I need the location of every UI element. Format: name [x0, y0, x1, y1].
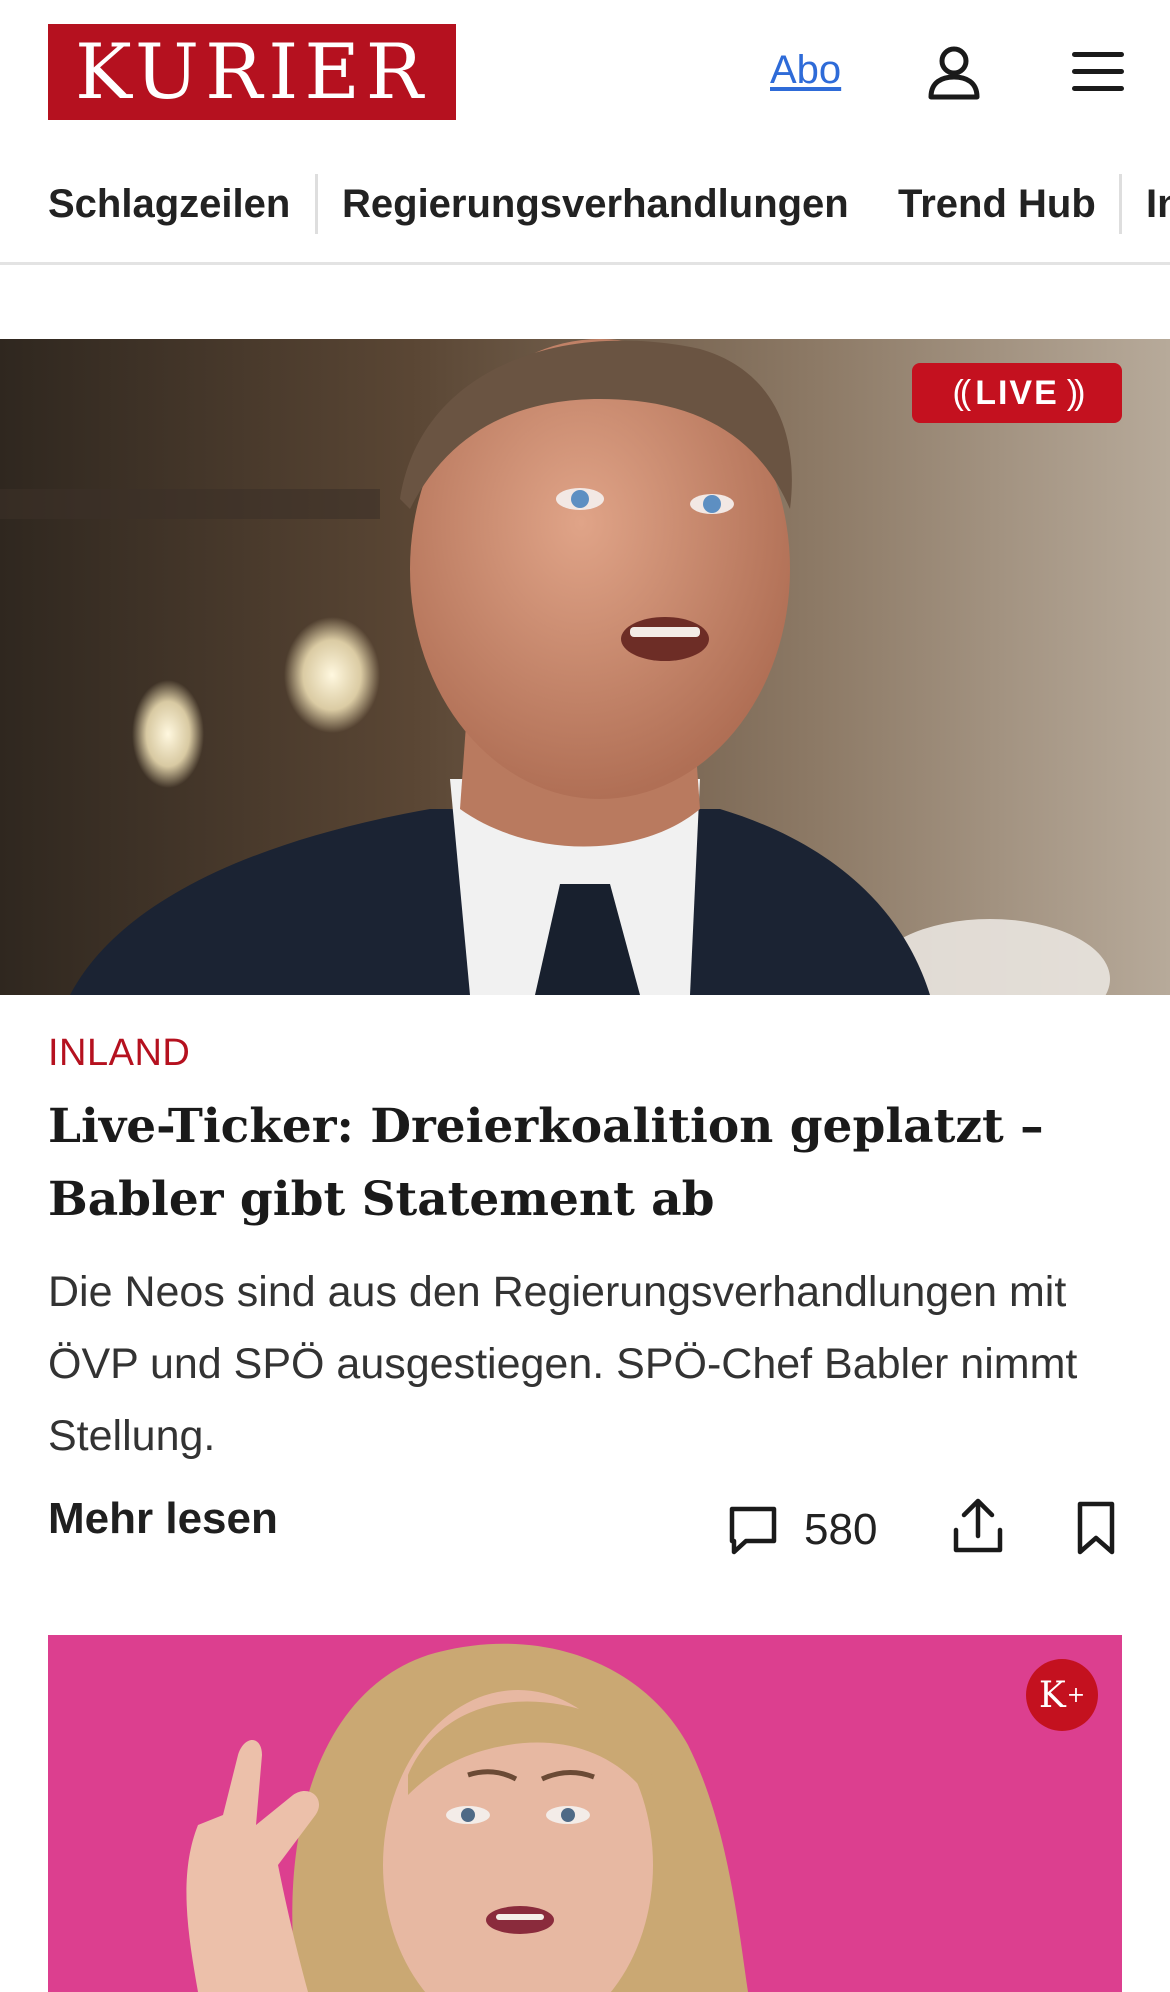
kurier-logo[interactable]: KURIER [48, 24, 456, 120]
user-account-button[interactable] [926, 44, 982, 100]
read-more-link[interactable]: Mehr lesen [48, 1494, 278, 1544]
hamburger-menu-icon [1072, 52, 1124, 91]
article-hero-image[interactable] [0, 339, 1170, 995]
user-icon [928, 46, 980, 100]
comments-count: 580 [804, 1505, 878, 1554]
nav-separator [1119, 174, 1122, 234]
comment-icon [729, 1506, 777, 1555]
nav-item-trend-hub[interactable]: Trend Hub [898, 182, 1096, 227]
nav-item-schlagzeilen[interactable]: Schlagzeilen [48, 182, 290, 227]
share-button[interactable] [952, 1496, 1004, 1556]
main-menu-button[interactable] [1070, 48, 1126, 96]
nav-separator [315, 174, 318, 234]
live-wave-right-icon: )) [1066, 373, 1086, 412]
photo-man-speaking [0, 339, 1170, 995]
photo-woman-gesturing [48, 1635, 1122, 1992]
bookmark-icon [1077, 1501, 1115, 1555]
live-wave-left-icon: (( [952, 373, 972, 412]
article-headline[interactable]: Live-Ticker: Dreierkoalition geplatzt – … [48, 1090, 1128, 1236]
comments-button[interactable]: 580 [726, 1500, 877, 1560]
site-header: KURIER Abo [0, 0, 1170, 145]
kurier-plus-letter: K [1038, 1674, 1066, 1716]
kurier-plus-badge: K + [1026, 1659, 1098, 1731]
bookmark-button[interactable] [1074, 1500, 1118, 1556]
nav-item-regierungsverhandlungen[interactable]: Regierungsverhandlungen [342, 182, 849, 227]
abo-link[interactable]: Abo [770, 48, 841, 93]
live-badge-label: LIVE [975, 373, 1059, 412]
article-2-image[interactable] [48, 1635, 1122, 1992]
share-icon [953, 1498, 1003, 1553]
kurier-plus-sign: + [1066, 1682, 1086, 1708]
live-badge: (( LIVE )) [912, 363, 1122, 423]
article-category[interactable]: INLAND [48, 1032, 190, 1075]
category-nav: Schlagzeilen Regierungsverhandlungen Tre… [0, 160, 1170, 265]
nav-item-inland[interactable]: In [1146, 182, 1170, 227]
article-teaser[interactable]: Die Neos sind aus den Regierungsverhandl… [48, 1256, 1138, 1472]
